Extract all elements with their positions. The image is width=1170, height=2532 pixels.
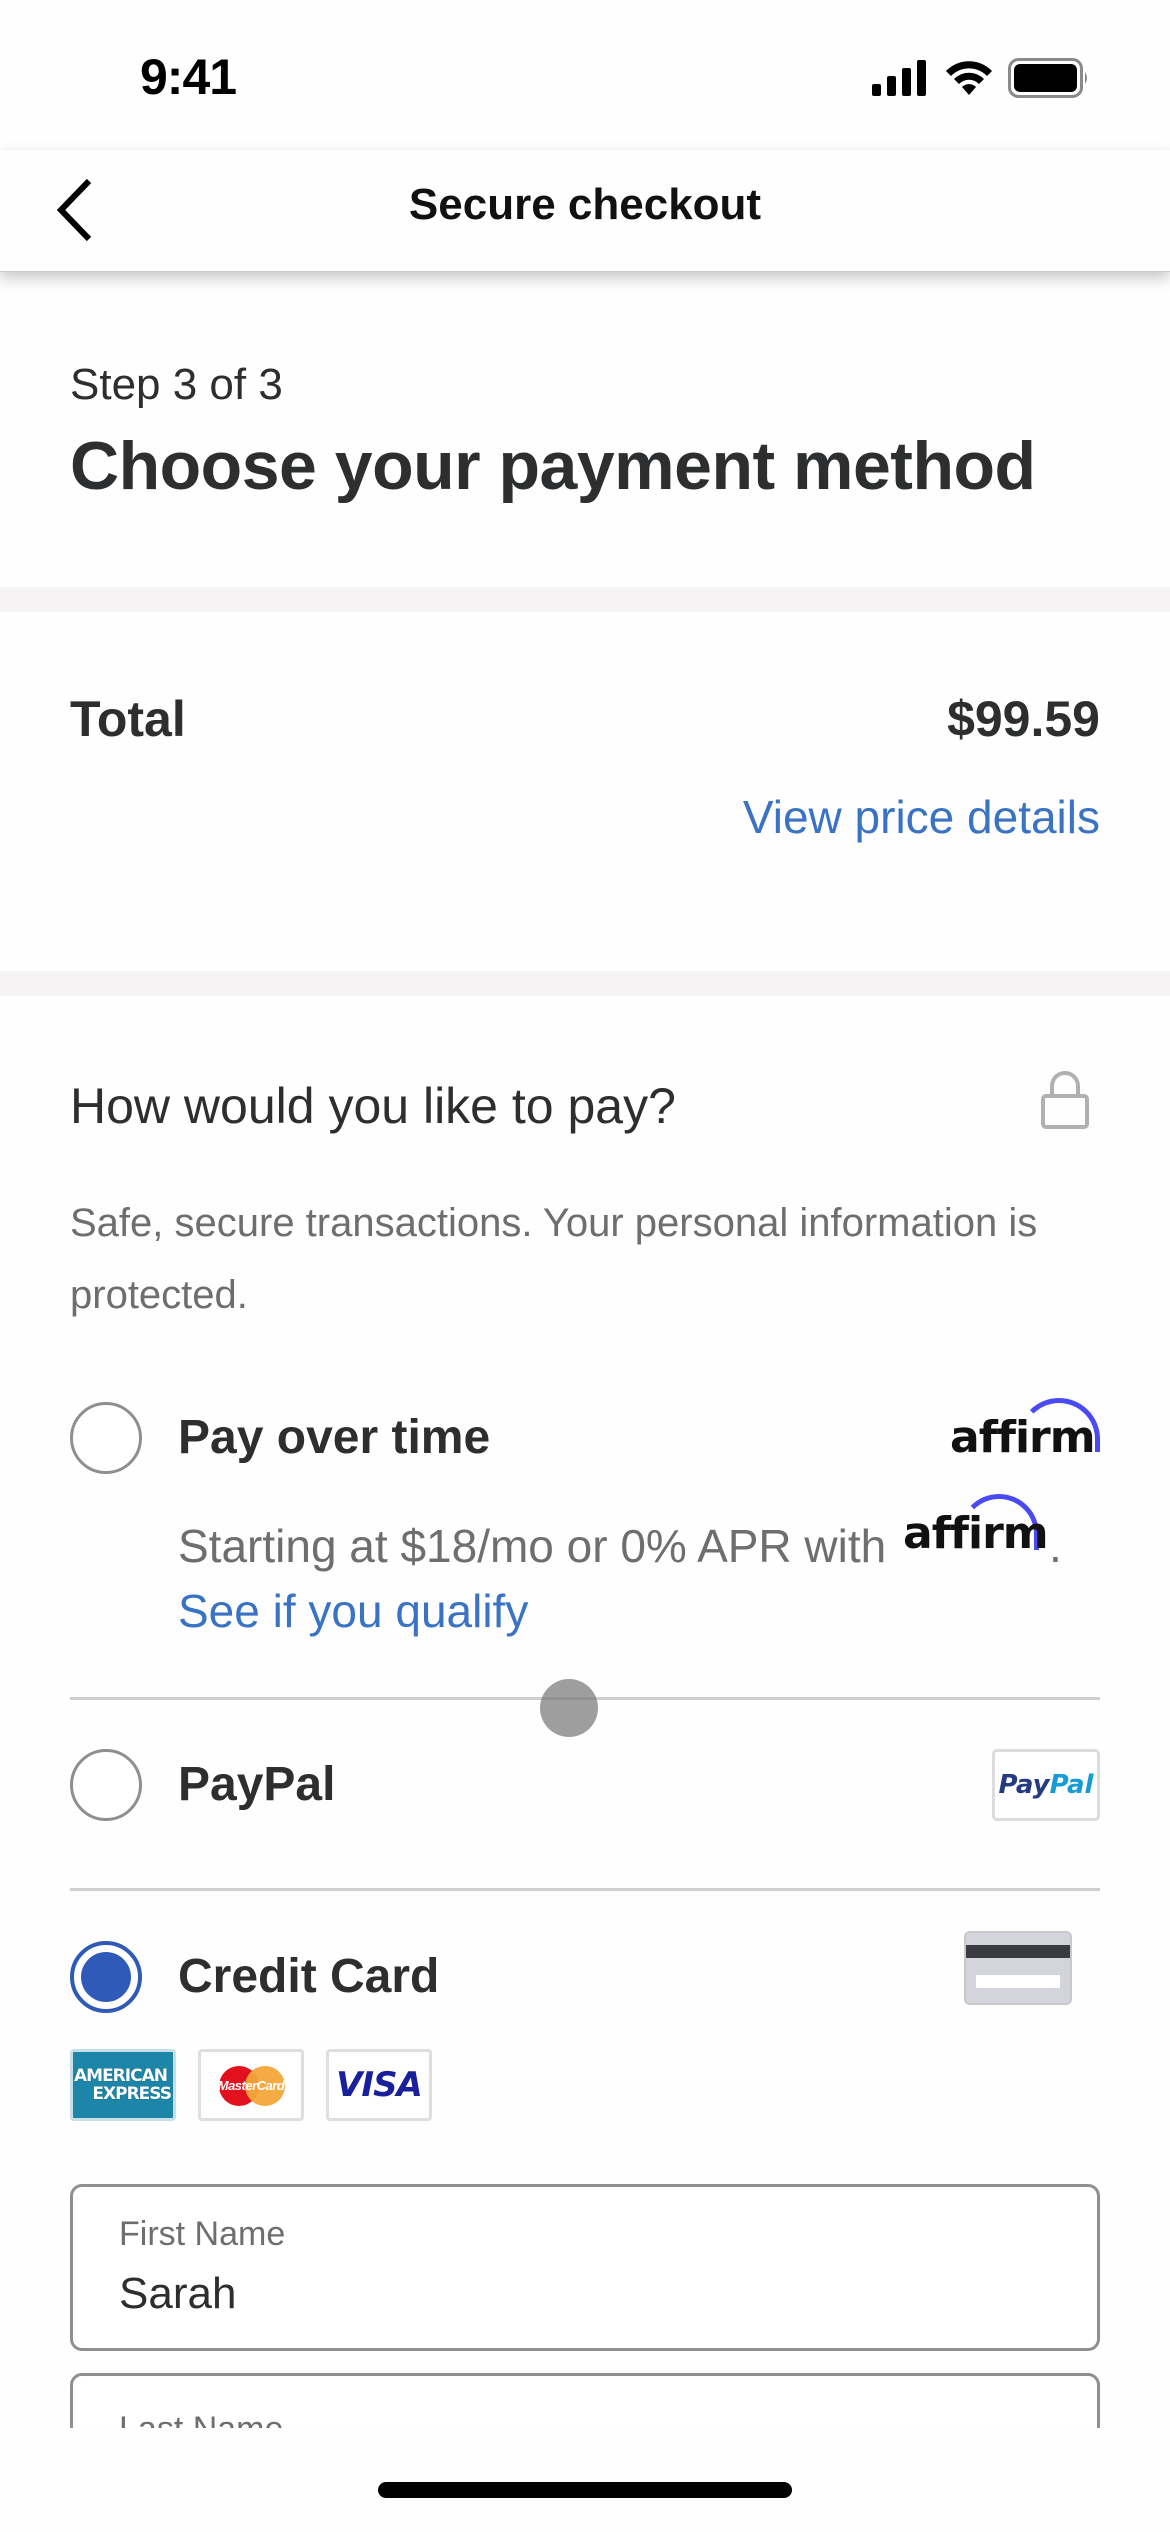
option-label: PayPal	[178, 1758, 336, 1811]
section-divider	[0, 971, 1170, 996]
first-name-value[interactable]: Sarah	[119, 2269, 236, 2319]
first-name-label: First Name	[119, 2215, 286, 2253]
wifi-icon	[946, 61, 992, 95]
home-indicator[interactable]	[378, 2482, 792, 2498]
paypal-logo: Pay Pal	[992, 1749, 1100, 1821]
page-header: Step 3 of 3 Choose your payment method	[0, 272, 1170, 587]
payment-option-paypal[interactable]: PayPal Pay Pal	[70, 1749, 1100, 1829]
status-icons	[872, 58, 1090, 98]
accepted-cards: AMERICAN EXPRESS MasterCard VISA	[70, 2049, 432, 2121]
affirm-logo: affirm	[950, 1398, 1100, 1463]
status-time: 9:41	[140, 49, 237, 105]
amex-logo: AMERICAN EXPRESS	[70, 2049, 176, 2121]
see-if-you-qualify-link[interactable]: See if you qualify	[178, 1584, 528, 1638]
order-total-section: Total $99.59 View price details	[0, 612, 1170, 971]
cellular-signal-icon	[872, 60, 926, 96]
page-title: Choose your payment method	[70, 428, 1036, 504]
option-label: Pay over time	[178, 1411, 491, 1464]
view-price-details-link[interactable]: View price details	[743, 790, 1100, 844]
battery-icon	[1008, 58, 1087, 98]
payment-heading: How would you like to pay?	[70, 1078, 676, 1134]
payment-method-section: How would you like to pay? Safe, secure …	[0, 997, 1170, 2532]
section-divider	[0, 587, 1170, 612]
nav-bar: Secure checkout	[0, 150, 1170, 272]
total-label: Total	[70, 691, 186, 747]
bottom-safe-area	[0, 2428, 1170, 2532]
radio-credit-card[interactable]	[70, 1941, 142, 2013]
option-label: Credit Card	[178, 1950, 440, 2003]
credit-card-icon	[964, 1931, 1072, 2005]
status-bar: 9:41	[0, 0, 1170, 150]
step-indicator: Step 3 of 3	[70, 360, 283, 409]
nav-title: Secure checkout	[408, 180, 762, 229]
option-separator	[70, 1888, 1100, 1891]
first-name-field[interactable]: First Name Sarah	[70, 2184, 1100, 2351]
lock-icon	[1041, 1071, 1089, 1129]
affirm-inline-logo: affirm	[899, 1494, 1049, 1562]
total-amount: $99.59	[947, 691, 1100, 747]
payment-option-pay-over-time[interactable]: Pay over time affirm Starting at $18/mo …	[70, 1398, 1100, 1662]
radio-paypal[interactable]	[70, 1749, 142, 1821]
affirm-financing-text: Starting at $18/mo or 0% APR with affirm…	[178, 1494, 1062, 1573]
mastercard-logo: MasterCard	[198, 2049, 304, 2121]
payment-security-note: Safe, secure transactions. Your personal…	[70, 1201, 1038, 1317]
radio-pay-over-time[interactable]	[70, 1402, 142, 1474]
visa-logo: VISA	[326, 2049, 432, 2121]
touch-indicator	[540, 1679, 598, 1737]
payment-option-credit-card[interactable]: Credit Card AMERICAN EXPRESS MasterCard …	[70, 1931, 1100, 2131]
